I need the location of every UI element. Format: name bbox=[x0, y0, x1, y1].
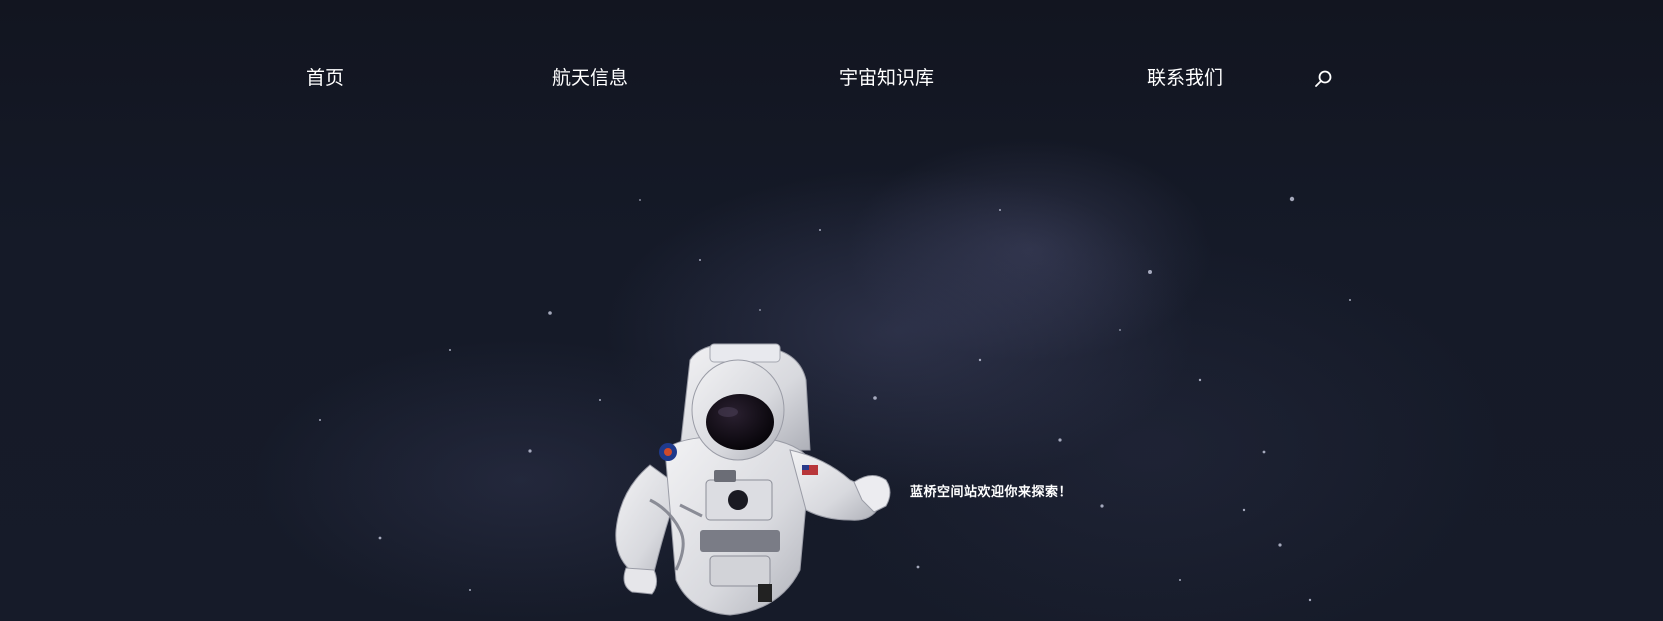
search-icon bbox=[1315, 70, 1332, 87]
nav-item-space-info[interactable]: 航天信息 bbox=[552, 66, 628, 90]
nav-item-knowledge-base[interactable]: 宇宙知识库 bbox=[839, 66, 934, 90]
page: 首页 航天信息 宇宙知识库 联系我们 蓝桥空间站欢迎你来探索！ bbox=[0, 0, 1663, 621]
main-nav: 首页 航天信息 宇宙知识库 联系我们 bbox=[0, 58, 1663, 98]
nav-item-contact[interactable]: 联系我们 bbox=[1147, 66, 1223, 90]
astronaut-illustration bbox=[615, 343, 891, 616]
search-button[interactable] bbox=[1312, 68, 1334, 90]
nav-item-home[interactable]: 首页 bbox=[306, 66, 344, 90]
welcome-text: 蓝桥空间站欢迎你来探索！ bbox=[910, 485, 1073, 500]
